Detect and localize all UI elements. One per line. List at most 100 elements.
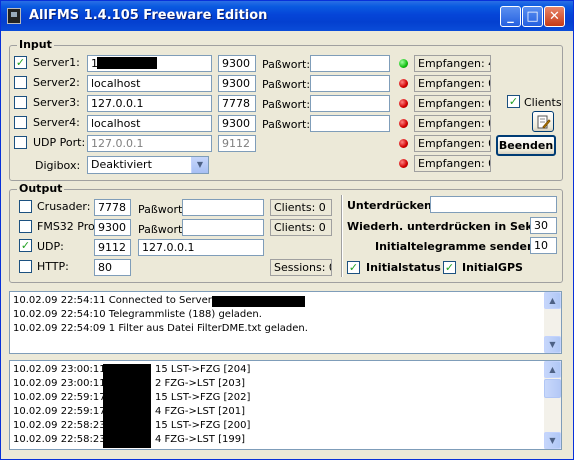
udp-output-host-field[interactable]: 127.0.0.1 bbox=[138, 239, 264, 256]
initialstatus-label: Initialstatus bbox=[366, 261, 441, 274]
scroll-down-icon[interactable]: ▼ bbox=[544, 432, 561, 449]
output-divider bbox=[341, 195, 343, 277]
crusader-port-field[interactable]: 7778 bbox=[94, 199, 131, 216]
suppress-field[interactable] bbox=[430, 196, 557, 213]
telegram-time: 10.02.09 23:00:11 bbox=[13, 378, 106, 389]
fms32-label: FMS32 Pro: bbox=[37, 220, 99, 233]
fms32-clients: Clients: 0 bbox=[270, 219, 332, 236]
fms32-password-label: Paßwort: bbox=[138, 223, 187, 236]
telegram-text: 15 LST->FZG [200] bbox=[155, 420, 251, 431]
server2-status-led bbox=[399, 79, 408, 88]
initial-telegrams-label: Initialtelegramme senden: bbox=[375, 240, 540, 253]
initialstatus-checkbox[interactable]: ✓ bbox=[347, 261, 360, 274]
server2-received: Empfangen: 0 bbox=[414, 75, 491, 92]
log-line: 10.02.09 22:54:09 1 Filter aus Datei Fil… bbox=[13, 323, 308, 334]
server4-port-field[interactable]: 9300 bbox=[218, 115, 256, 132]
app-icon bbox=[7, 8, 21, 24]
server2-checkbox[interactable] bbox=[14, 76, 27, 89]
udp-host-field[interactable]: 127.0.0.1 bbox=[87, 135, 212, 152]
server3-password-label: Paßwort: bbox=[262, 98, 311, 111]
udp-output-port-field[interactable]: 9112 bbox=[94, 239, 131, 256]
server1-received: Empfangen: 42 bbox=[414, 55, 491, 72]
udp-output-checkbox[interactable]: ✓ bbox=[19, 239, 32, 252]
server3-received: Empfangen: 0 bbox=[414, 95, 491, 112]
minimize-button[interactable]: _ bbox=[500, 6, 521, 27]
http-checkbox[interactable] bbox=[19, 260, 32, 273]
server2-port-field[interactable]: 9300 bbox=[218, 75, 256, 92]
repeat-suppress-field[interactable]: 30 bbox=[530, 217, 557, 234]
server4-label: Server4: bbox=[33, 116, 80, 129]
output-legend: Output bbox=[17, 182, 65, 195]
fms32-port-field[interactable]: 9300 bbox=[94, 219, 131, 236]
initialgps-checkbox[interactable]: ✓ bbox=[443, 261, 456, 274]
telegram-time: 10.02.09 23:00:11 bbox=[13, 364, 106, 375]
telegram-time: 10.02.09 22:58:23 bbox=[13, 434, 106, 445]
telegram-scrollbar[interactable]: ▲ ▼ bbox=[544, 361, 561, 449]
initial-telegrams-field[interactable]: 10 bbox=[530, 237, 557, 254]
crusader-label: Crusader: bbox=[37, 200, 91, 213]
log-scrollbar[interactable]: ▲ ▼ bbox=[544, 292, 561, 353]
fms32-password-field[interactable] bbox=[182, 219, 264, 236]
telegram-time: 10.02.09 22:59:17 bbox=[13, 392, 106, 403]
udp-status-led bbox=[399, 139, 408, 148]
beenden-label: Beenden bbox=[498, 139, 554, 152]
server4-checkbox[interactable] bbox=[14, 116, 27, 129]
server2-password-label: Paßwort: bbox=[262, 78, 311, 91]
http-port-field[interactable]: 80 bbox=[94, 259, 131, 276]
crusader-password-field[interactable] bbox=[182, 199, 264, 216]
redacted-server bbox=[212, 296, 305, 307]
server3-port-field[interactable]: 7778 bbox=[218, 95, 256, 112]
scroll-up-icon[interactable]: ▲ bbox=[544, 292, 561, 309]
telegram-text: 15 LST->FZG [204] bbox=[155, 364, 251, 375]
log-line: 10.02.09 22:54:10 Telegrammliste (188) g… bbox=[13, 309, 262, 320]
settings-icon-button[interactable] bbox=[532, 111, 554, 132]
crusader-clients: Clients: 0 bbox=[270, 199, 332, 216]
server1-checkbox[interactable]: ✓ bbox=[14, 56, 27, 69]
digibox-received: Empfangen: 0 bbox=[414, 155, 491, 172]
chevron-down-icon[interactable]: ▼ bbox=[191, 157, 208, 173]
server3-checkbox[interactable] bbox=[14, 96, 27, 109]
initialgps-label: InitialGPS bbox=[462, 261, 523, 274]
repeat-suppress-label: Wiederh. unterdrücken in Sek: bbox=[347, 220, 538, 233]
server1-password-label: Paßwort: bbox=[262, 58, 311, 71]
beenden-button[interactable]: Beenden bbox=[496, 135, 556, 156]
log-list[interactable]: 10.02.09 22:54:11 Connected to Server 1 … bbox=[9, 291, 562, 354]
crusader-password-label: Paßwort: bbox=[138, 203, 187, 216]
clients-label: Clients bbox=[524, 96, 562, 109]
input-legend: Input bbox=[17, 38, 54, 51]
close-button[interactable]: ✕ bbox=[544, 6, 565, 27]
scroll-down-icon[interactable]: ▼ bbox=[544, 336, 561, 353]
scroll-up-icon[interactable]: ▲ bbox=[544, 361, 561, 378]
crusader-checkbox[interactable] bbox=[19, 200, 32, 213]
udp-port-field[interactable]: 9112 bbox=[218, 135, 256, 152]
scroll-thumb[interactable] bbox=[544, 379, 561, 398]
telegram-time: 10.02.09 22:58:23 bbox=[13, 420, 106, 431]
server3-password-field[interactable] bbox=[310, 95, 390, 112]
telegram-time: 10.02.09 22:59:17 bbox=[13, 406, 106, 417]
server2-host-field[interactable]: localhost bbox=[87, 75, 212, 92]
udp-received: Empfangen: 0 bbox=[414, 135, 491, 152]
title-bar[interactable]: AllFMS 1.4.105 Freeware Edition _ □ ✕ bbox=[1, 1, 573, 31]
server1-port-field[interactable]: 9300 bbox=[218, 55, 256, 72]
maximize-button[interactable]: □ bbox=[522, 6, 543, 27]
server1-status-led bbox=[399, 59, 408, 68]
telegram-text: 4 FZG->LST [201] bbox=[155, 406, 245, 417]
udp-port-checkbox[interactable] bbox=[14, 136, 27, 149]
redacted-host bbox=[97, 57, 157, 69]
server3-host-field[interactable]: 127.0.0.1 bbox=[87, 95, 212, 112]
http-label: HTTP: bbox=[37, 260, 69, 273]
server1-label: Server1: bbox=[33, 56, 80, 69]
app-window: AllFMS 1.4.105 Freeware Edition _ □ ✕ In… bbox=[0, 0, 574, 460]
server2-label: Server2: bbox=[33, 76, 80, 89]
fms32-checkbox[interactable] bbox=[19, 220, 32, 233]
telegram-list[interactable]: 10.02.09 23:00:11 15 LST->FZG [204] 10.0… bbox=[9, 360, 562, 450]
digibox-select[interactable]: Deaktiviert ▼ bbox=[87, 156, 209, 174]
server4-password-field[interactable] bbox=[310, 115, 390, 132]
server4-host-field[interactable]: localhost bbox=[87, 115, 212, 132]
clients-checkbox[interactable]: ✓ bbox=[507, 95, 520, 108]
server1-password-field[interactable] bbox=[310, 55, 390, 72]
window-title: AllFMS 1.4.105 Freeware Edition bbox=[29, 8, 268, 23]
digibox-value: Deaktiviert bbox=[91, 158, 152, 171]
server2-password-field[interactable] bbox=[310, 75, 390, 92]
server4-status-led bbox=[399, 119, 408, 128]
